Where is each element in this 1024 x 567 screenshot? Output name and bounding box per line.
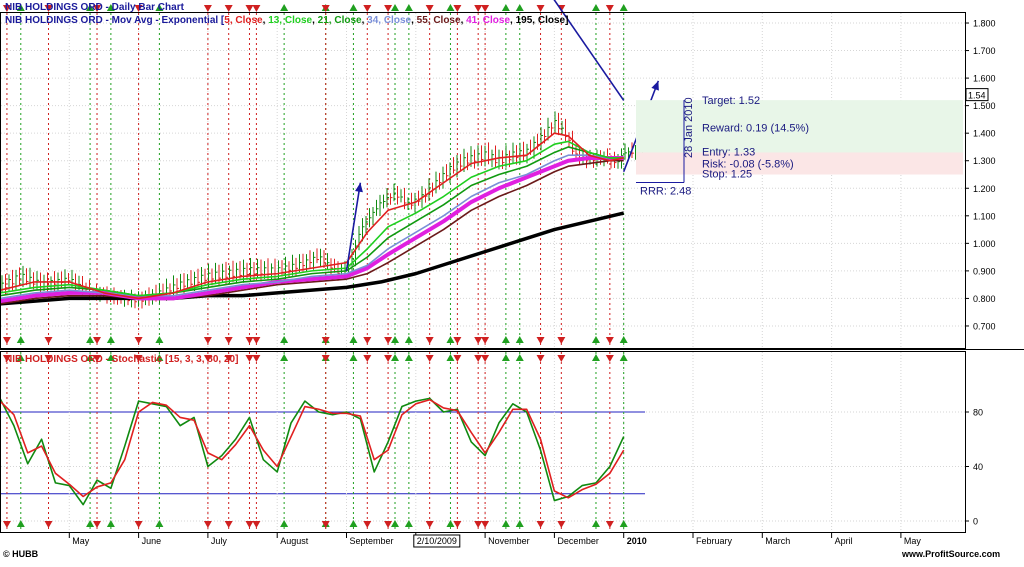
moving-average-legend-item: ]	[565, 15, 569, 26]
stochastic-tick-label: 0	[973, 517, 978, 527]
month-tick-label: April	[835, 536, 853, 546]
moving-average-legend-prefix: NIB HOLDINGS ORD - Mov Avg - Exponential…	[5, 15, 225, 26]
price-tick-label: 1.500	[973, 101, 996, 111]
stop-label: Stop: 1.25	[702, 168, 752, 180]
month-tick-label: September	[350, 536, 394, 546]
moving-average-legend-items: 5, Close, 13, Close, 21, Close, 34, Clos…	[224, 15, 568, 26]
price-tick-label: 0.700	[973, 321, 996, 331]
reward-label: Reward: 0.19 (14.5%)	[702, 123, 809, 135]
price-tick-label: 1.200	[973, 184, 996, 194]
month-tick-label: November	[488, 536, 530, 546]
price-tick-label: 1.800	[973, 19, 996, 29]
moving-average-legend-item: 5, Close	[224, 15, 263, 26]
stochastic-title: NIB HOLDINGS ORD - Stochastic [15, 3, 3,…	[5, 354, 239, 365]
price-tick-label: 1.400	[973, 129, 996, 139]
month-tick-label: May	[904, 536, 922, 546]
moving-average-legend-item: 195, Close	[515, 15, 566, 26]
price-tick-label: 0.800	[973, 294, 996, 304]
month-tick-label: February	[696, 536, 733, 546]
copyright-label: © HUBB	[3, 549, 39, 559]
chart-title: NIB HOLDINGS ORD - Daily Bar Chart	[5, 2, 184, 13]
month-tick-label: August	[280, 536, 309, 546]
last-price-label: 1.54	[968, 91, 986, 101]
cursor-date-label: 2/10/2009	[417, 536, 457, 546]
month-tick-label: March	[765, 536, 790, 546]
month-tick-label: June	[142, 536, 162, 546]
stochastic-tick-label: 40	[973, 462, 983, 472]
rrr-label: RRR: 2.48	[640, 185, 691, 197]
chart-window: Target: 1.52 Reward: 0.19 (14.5%) Entry: 1…	[0, 0, 1024, 562]
price-tick-label: 1.600	[973, 74, 996, 84]
chart-canvas: Target: 1.52 Reward: 0.19 (14.5%) Entry: 1…	[0, 0, 1024, 562]
stochastic-tick-label: 80	[973, 408, 983, 418]
moving-average-legend: NIB HOLDINGS ORD - Mov Avg - Exponential…	[5, 15, 568, 26]
moving-average-legend-item: 21, Close	[317, 15, 362, 26]
month-tick-label: May	[72, 536, 90, 546]
price-tick-label: 1.100	[973, 211, 996, 221]
month-tick-label: 2010	[627, 536, 647, 546]
month-tick-label: July	[211, 536, 228, 546]
price-tick-label: 1.300	[973, 156, 996, 166]
moving-average-legend-item: 41, Close	[466, 15, 511, 26]
price-tick-label: 1.700	[973, 46, 996, 56]
price-tick-label: 0.900	[973, 266, 996, 276]
moving-average-legend-item: 13, Close	[268, 15, 313, 26]
moving-average-legend-item: 55, Close	[416, 15, 461, 26]
source-label: www.ProfitSource.com	[902, 549, 1001, 559]
moving-average-legend-item: 34, Close	[367, 15, 412, 26]
entry-label: Entry: 1.33	[702, 146, 755, 158]
date-label: 28 Jan 2010	[683, 97, 695, 158]
price-tick-label: 1.000	[973, 239, 996, 249]
target-label: Target: 1.52	[702, 95, 760, 107]
month-tick-label: December	[557, 536, 599, 546]
